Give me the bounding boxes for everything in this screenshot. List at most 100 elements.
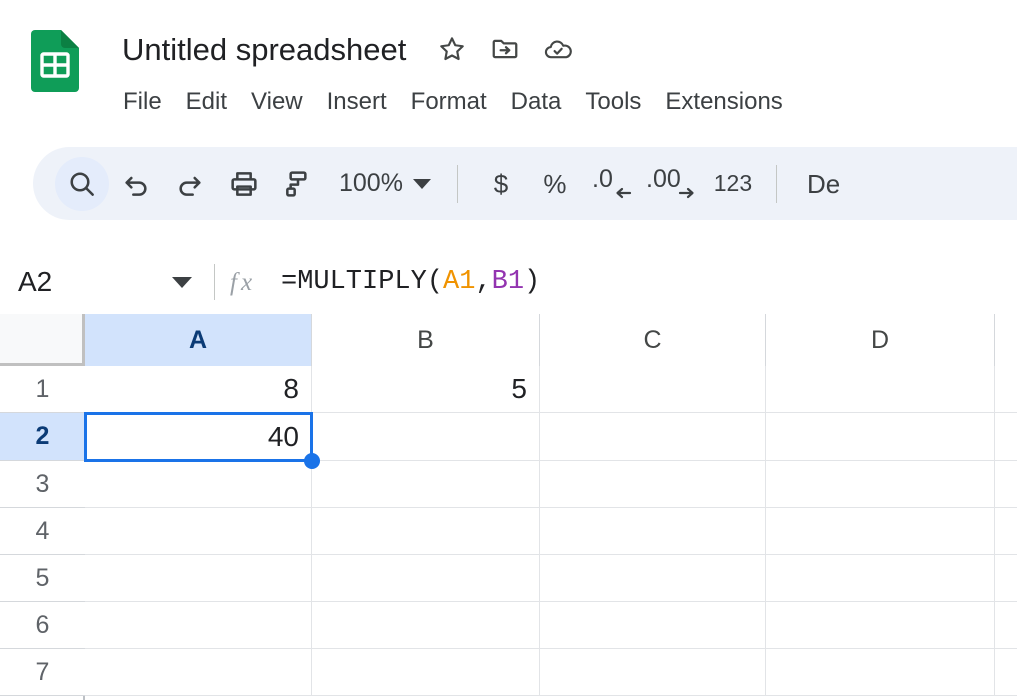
cell-B4[interactable] [312, 508, 540, 555]
svg-text:.0: .0 [592, 165, 613, 193]
cell-E1[interactable] [995, 366, 1017, 413]
cell-A3[interactable] [85, 461, 312, 508]
column-header-a[interactable]: A [85, 314, 312, 366]
select-all-corner[interactable] [0, 314, 85, 366]
cell-B1[interactable]: 5 [312, 366, 540, 413]
google-sheets-window: Untitled spreadsheet [0, 0, 1017, 700]
toolbar-divider-1 [457, 165, 458, 203]
cell-B2[interactable] [312, 413, 540, 461]
paint-format-icon[interactable] [271, 157, 325, 211]
cell-E4[interactable] [995, 508, 1017, 555]
menu-item-file[interactable]: File [113, 85, 174, 119]
cell-C3[interactable] [540, 461, 766, 508]
title-action-icons [437, 34, 573, 64]
grid-row: 85 [85, 366, 1017, 413]
cell-E2[interactable] [995, 413, 1017, 461]
star-icon[interactable] [437, 34, 467, 64]
cloud-saved-icon[interactable] [543, 34, 573, 64]
cell-D1[interactable] [766, 366, 995, 413]
cell-D7[interactable] [766, 649, 995, 696]
cell-A5[interactable] [85, 555, 312, 602]
document-title[interactable]: Untitled spreadsheet [118, 32, 410, 67]
cell-A4[interactable] [85, 508, 312, 555]
grid-row [85, 555, 1017, 602]
menu-bar: File Edit View Insert Format Data Tools … [113, 80, 795, 124]
svg-text:.00: .00 [646, 165, 681, 193]
font-family-selector[interactable]: De [793, 157, 854, 211]
cell-D4[interactable] [766, 508, 995, 555]
row-header-7[interactable]: 7 [0, 649, 85, 696]
cell-A6[interactable] [85, 602, 312, 649]
svg-text:x: x [240, 269, 252, 296]
redo-icon[interactable] [163, 157, 217, 211]
cells-area: 8540 [85, 366, 1017, 700]
cell-B5[interactable] [312, 555, 540, 602]
formula-comma: , [475, 267, 491, 297]
cell-E7[interactable] [995, 649, 1017, 696]
fx-icon[interactable]: f x [215, 250, 281, 314]
column-header-c[interactable]: C [540, 314, 766, 366]
row-header-1[interactable]: 1 [0, 366, 85, 413]
document-title-row: Untitled spreadsheet [118, 25, 573, 73]
grid-row [85, 602, 1017, 649]
cell-A7[interactable] [85, 649, 312, 696]
svg-text:f: f [230, 269, 240, 296]
cell-B6[interactable] [312, 602, 540, 649]
menu-item-tools[interactable]: Tools [573, 85, 653, 119]
cell-A2[interactable]: 40 [85, 413, 312, 461]
spreadsheet-grid: ABCDE 1234567 8540 [0, 314, 1017, 700]
cell-D5[interactable] [766, 555, 995, 602]
print-icon[interactable] [217, 157, 271, 211]
zoom-level-label: 100% [339, 171, 403, 196]
number-format-button[interactable]: 123 [706, 157, 760, 211]
column-header-d[interactable]: D [766, 314, 995, 366]
row-headers: 1234567 [0, 366, 85, 700]
cell-C6[interactable] [540, 602, 766, 649]
move-to-folder-icon[interactable] [490, 34, 520, 64]
decrease-decimal-button[interactable]: .0 [582, 157, 644, 211]
cell-E5[interactable] [995, 555, 1017, 602]
cell-C1[interactable] [540, 366, 766, 413]
row-header-5[interactable]: 5 [0, 555, 85, 602]
name-box[interactable]: A2 [0, 250, 214, 314]
column-header-e[interactable]: E [995, 314, 1017, 366]
row-header-6[interactable]: 6 [0, 602, 85, 649]
cell-D2[interactable] [766, 413, 995, 461]
zoom-selector[interactable]: 100% [325, 161, 441, 207]
row-header-2[interactable]: 2 [0, 413, 85, 461]
cell-E3[interactable] [995, 461, 1017, 508]
sheets-logo-icon[interactable] [31, 30, 79, 92]
cell-C4[interactable] [540, 508, 766, 555]
menu-item-format[interactable]: Format [399, 85, 499, 119]
cell-D6[interactable] [766, 602, 995, 649]
cell-C5[interactable] [540, 555, 766, 602]
menu-item-data[interactable]: Data [499, 85, 574, 119]
fill-handle[interactable] [304, 453, 320, 469]
formula-ref-b1: B1 [492, 267, 524, 297]
menu-item-edit[interactable]: Edit [174, 85, 239, 119]
name-box-value: A2 [18, 268, 172, 296]
cell-B3[interactable] [312, 461, 540, 508]
cell-D3[interactable] [766, 461, 995, 508]
chevron-down-icon [413, 179, 431, 189]
undo-icon[interactable] [109, 157, 163, 211]
grid-row [85, 649, 1017, 696]
menu-item-insert[interactable]: Insert [315, 85, 399, 119]
increase-decimal-button[interactable]: .00 [644, 157, 706, 211]
formula-input[interactable]: =MULTIPLY(A1,B1) [281, 250, 1017, 314]
currency-format-button[interactable]: $ [474, 157, 528, 211]
menu-item-view[interactable]: View [239, 85, 315, 119]
column-header-b[interactable]: B [312, 314, 540, 366]
cell-C2[interactable] [540, 413, 766, 461]
cell-E6[interactable] [995, 602, 1017, 649]
chevron-down-icon[interactable] [172, 277, 192, 288]
cell-B7[interactable] [312, 649, 540, 696]
cell-C7[interactable] [540, 649, 766, 696]
cell-A1[interactable]: 8 [85, 366, 312, 413]
formula-ref-a1: A1 [443, 267, 475, 297]
row-header-4[interactable]: 4 [0, 508, 85, 555]
percent-format-button[interactable]: % [528, 157, 582, 211]
search-icon[interactable] [55, 157, 109, 211]
menu-item-extensions[interactable]: Extensions [653, 85, 794, 119]
row-header-3[interactable]: 3 [0, 461, 85, 508]
